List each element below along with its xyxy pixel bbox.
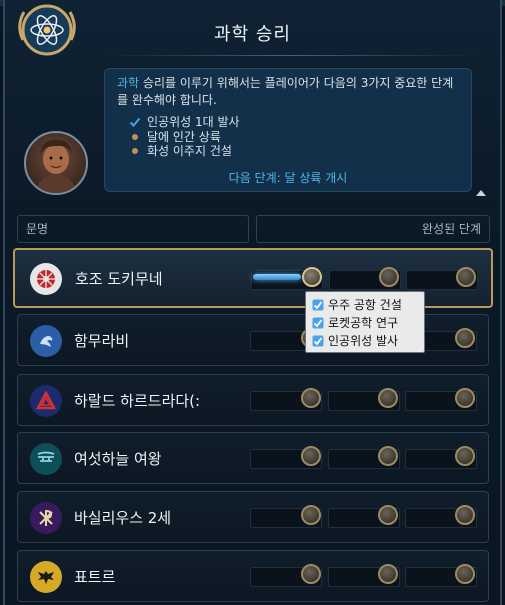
description-highlight: 과학 <box>117 76 140 90</box>
stage-marker[interactable] <box>301 388 321 408</box>
check-icon <box>312 317 324 329</box>
victory-info-box: 과학 승리를 이루기 위해서는 플레이어가 다음의 3가지 중요한 단계를 완수… <box>104 68 472 192</box>
stage-marker[interactable] <box>378 505 398 525</box>
red-crest-icon <box>30 263 62 295</box>
civ-name: 함무라비 <box>74 331 130 350</box>
stage-marker[interactable] <box>455 328 475 348</box>
step-item: 화성 이주지 건설 <box>129 144 240 159</box>
tooltip-item: 로켓공학 연구 <box>312 314 418 332</box>
stage-marker[interactable] <box>301 505 321 525</box>
step-label: 인공위성 1대 발사 <box>147 115 240 129</box>
step-item: 달에 인간 상륙 <box>129 130 240 145</box>
tooltip-item: 우주 공항 건설 <box>312 296 418 314</box>
victory-description: 과학 승리를 이루기 위해서는 플레이어가 다음의 3가지 중요한 단계를 완수… <box>117 75 461 109</box>
stage-marker[interactable] <box>302 267 322 287</box>
check-icon <box>312 335 324 347</box>
tooltip-item-label: 로켓공학 연구 <box>328 316 399 330</box>
step-label: 화성 이주지 건설 <box>147 144 232 158</box>
red-triangle-crest-icon <box>30 385 62 417</box>
panel-title: 과학 승리 <box>214 24 291 45</box>
civ-name: 바실리우스 2세 <box>74 508 172 527</box>
civ-row[interactable]: 하랄드 하르드라다(: <box>17 374 489 426</box>
purple-chi-rho-icon <box>30 502 62 534</box>
civ-row[interactable]: 바실리우스 2세 <box>17 491 489 543</box>
column-header-civ[interactable]: 문명 <box>17 215 249 243</box>
check-icon <box>129 116 141 128</box>
leader-portrait <box>24 131 88 195</box>
civ-row[interactable]: 표트르 <box>17 550 489 602</box>
progress-fill <box>253 274 301 280</box>
collapse-arrow-icon[interactable] <box>476 190 486 196</box>
stage-marker[interactable] <box>378 564 398 584</box>
civ-row[interactable]: 여섯하늘 여왕 <box>17 432 489 484</box>
tooltip-item: 인공위성 발사 <box>312 332 418 350</box>
tooltip-item-label: 우주 공항 건설 <box>328 298 402 312</box>
civ-name: 여섯하늘 여왕 <box>74 449 162 468</box>
title-divider <box>104 55 479 56</box>
gold-eagle-icon <box>30 561 62 593</box>
description-text: 승리를 이루기 위해서는 플레이어가 다음의 3가지 중요한 단계를 완수해야 … <box>117 76 454 107</box>
stage-marker[interactable] <box>378 446 398 466</box>
civ-name: 호조 도키무네 <box>75 269 163 288</box>
bullet-dot-icon <box>129 145 141 157</box>
stage-marker[interactable] <box>455 505 475 525</box>
tooltip-item-label: 인공위성 발사 <box>328 334 399 348</box>
stage-marker[interactable] <box>455 446 475 466</box>
stage-marker[interactable] <box>378 388 398 408</box>
step-label: 달에 인간 상륙 <box>147 129 221 144</box>
check-icon <box>312 299 324 311</box>
column-header-completed[interactable]: 완성된 단계 <box>256 215 490 243</box>
stage-marker[interactable] <box>455 388 475 408</box>
next-step-text: 다음 단계: 달 상륙 개시 <box>228 171 348 185</box>
civ-name: 표트르 <box>74 567 116 586</box>
civ-name: 하랄드 하르드라다(: <box>74 391 201 410</box>
step-item: 인공위성 1대 발사 <box>129 115 240 130</box>
stage-marker[interactable] <box>301 446 321 466</box>
victory-steps-list: 인공위성 1대 발사 달에 인간 상륙 화성 이주지 건설 <box>129 115 240 159</box>
stage-tooltip: 우주 공항 건설 로켓공학 연구 인공위성 발사 <box>305 291 425 353</box>
stage-marker[interactable] <box>456 267 476 287</box>
stage-marker[interactable] <box>301 564 321 584</box>
stage-marker[interactable] <box>455 564 475 584</box>
blue-crest-icon <box>30 325 62 357</box>
bullet-dot-icon <box>129 131 141 143</box>
teal-glyph-icon <box>30 443 62 475</box>
stage-marker[interactable] <box>379 267 399 287</box>
